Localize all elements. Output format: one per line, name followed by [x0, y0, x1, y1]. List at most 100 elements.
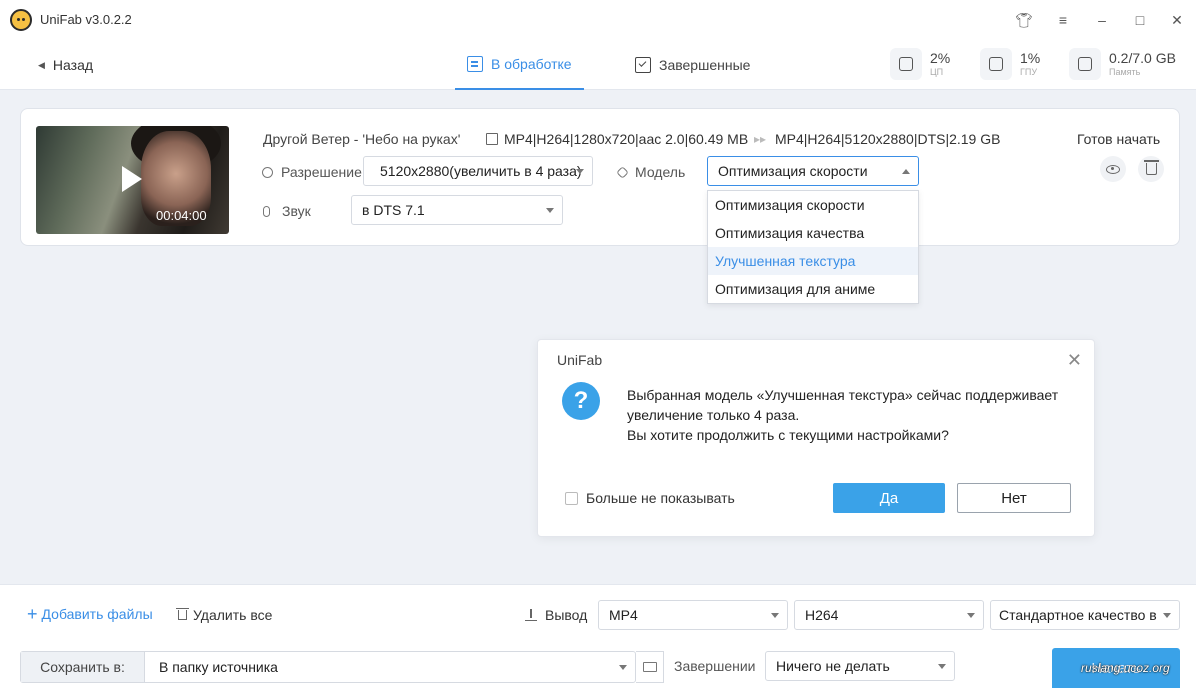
memory-icon — [1069, 48, 1101, 80]
target-info: MP4|H264|5120x2880|DTS|2.19 GB — [775, 131, 1001, 147]
arrow-right-icon: ▸▸ — [754, 132, 767, 146]
chevron-down-icon — [967, 613, 975, 618]
close-icon[interactable]: ✕ — [1165, 8, 1189, 32]
dialog-message-line: Вы хотите продолжить с текущими настройк… — [627, 427, 949, 443]
model-option-anime[interactable]: Оптимизация для аниме — [708, 275, 918, 303]
list-icon — [467, 56, 483, 72]
memory-stat: 0.2/7.0 GB Память — [1069, 48, 1176, 80]
trash-icon — [176, 608, 189, 620]
play-icon[interactable] — [122, 166, 142, 192]
dont-show-again[interactable]: Больше не показывать — [565, 490, 735, 506]
audio-select[interactable]: в DTS 7.1 — [351, 195, 563, 225]
codec-select[interactable]: H264 — [794, 600, 984, 630]
add-files-label: Добавить файлы — [41, 606, 153, 622]
finish-value: Ничего не делать — [776, 658, 890, 674]
plus-icon: + — [27, 604, 38, 624]
model-select[interactable]: Оптимизация скорости — [707, 156, 919, 186]
tab-completed-label: Завершенные — [659, 57, 751, 73]
play-circle-icon — [262, 166, 273, 178]
task-card: 00:04:00 Другой Ветер - 'Небо на руках' … — [20, 108, 1180, 246]
model-option-texture[interactable]: Улучшенная текстура — [708, 247, 918, 275]
cpu-stat: 2% ЦП — [890, 48, 950, 80]
dont-show-label: Больше не показывать — [586, 490, 735, 506]
dialog-message-line: увеличение только 4 раза. — [627, 407, 800, 423]
save-label: Сохранить в: — [21, 652, 145, 682]
no-button[interactable]: Нет — [957, 483, 1071, 513]
microphone-icon — [263, 205, 270, 217]
chevron-down-icon — [546, 208, 554, 213]
model-label-text: Модель — [635, 164, 686, 180]
back-label: Назад — [52, 57, 94, 73]
upload-icon — [525, 609, 537, 621]
chevron-down-icon — [938, 664, 946, 669]
finish-action-select[interactable]: Ничего не делать — [765, 651, 955, 681]
minimize-icon[interactable]: – — [1090, 8, 1114, 32]
yes-button[interactable]: Да — [833, 483, 945, 513]
browse-folder-button[interactable] — [636, 651, 664, 683]
menu-icon[interactable]: ≡ — [1051, 8, 1075, 32]
format-value: MP4 — [609, 607, 638, 623]
codec-value: H264 — [805, 607, 839, 623]
gpu-stat: 1% ГПУ — [980, 48, 1040, 80]
save-value: В папку источника — [159, 659, 278, 675]
audio-label-text: Звук — [282, 203, 311, 219]
app-title: UniFab v3.0.2.2 — [40, 12, 132, 27]
output-label-text: Вывод — [545, 607, 588, 623]
audio-label: Звук — [263, 203, 311, 219]
model-dropdown: Оптимизация скорости Оптимизация качеств… — [707, 190, 919, 304]
memory-label: Память — [1109, 67, 1141, 77]
memory-value: 0.2/7.0 GB — [1109, 50, 1176, 66]
quality-value: Стандартное качество в — [999, 607, 1157, 623]
chevron-left-icon: ◀ — [38, 59, 45, 70]
resolution-select[interactable]: 5120x2880(увеличить в 4 раза) — [363, 156, 593, 186]
model-option-speed[interactable]: Оптимизация скорости — [708, 191, 918, 219]
source-info-text: MP4|H264|1280x720|aac 2.0|60.49 MB — [504, 131, 749, 147]
file-title: Другой Ветер - 'Небо на руках' — [263, 131, 461, 147]
back-button[interactable]: ◀ Назад — [38, 57, 93, 73]
source-info[interactable]: MP4|H264|1280x720|aac 2.0|60.49 MB — [486, 131, 748, 147]
maximize-icon[interactable]: □ — [1128, 8, 1152, 32]
cpu-label: ЦП — [930, 67, 944, 77]
save-location-select[interactable]: Сохранить в: В папку источника — [20, 651, 636, 683]
finish-label: Завершении — [674, 658, 756, 674]
add-files-button[interactable]: + Добавить файлы — [27, 604, 153, 624]
tab-processing-label: В обработке — [491, 56, 572, 72]
cpu-value: 2% — [930, 50, 951, 66]
chevron-down-icon — [1163, 613, 1171, 618]
tab-processing[interactable]: В обработке — [455, 40, 584, 90]
shirt-icon[interactable]: 👕︎ — [1012, 8, 1036, 32]
chevron-up-icon — [902, 169, 910, 174]
resolution-label-text: Разрешение — [281, 164, 362, 180]
dont-show-checkbox[interactable] — [565, 491, 578, 505]
eye-icon — [1106, 164, 1120, 174]
format-select[interactable]: MP4 — [598, 600, 788, 630]
remove-all-button[interactable]: Удалить все — [176, 607, 272, 623]
checkbox-icon — [635, 57, 651, 73]
footer-bar: + Добавить файлы Удалить все Вывод MP4 H… — [0, 584, 1196, 688]
question-icon: ? — [562, 382, 600, 420]
quality-select[interactable]: Стандартное качество в — [990, 600, 1180, 630]
preview-button[interactable] — [1100, 156, 1126, 182]
gpu-label: ГПУ — [1020, 67, 1038, 77]
video-thumbnail[interactable]: 00:04:00 — [36, 126, 229, 234]
unifab-logo-icon — [10, 9, 32, 31]
dialog-message: Выбранная модель «Улучшенная текстура» с… — [627, 385, 1058, 445]
dialog-message-line: Выбранная модель «Улучшенная текстура» с… — [627, 387, 1059, 403]
close-icon[interactable]: ✕ — [1067, 350, 1082, 371]
trash-icon — [1143, 160, 1159, 175]
model-value: Оптимизация скорости — [718, 163, 868, 179]
resolution-value: 5120x2880(увеличить в 4 раза) — [380, 163, 582, 179]
delete-button[interactable] — [1138, 156, 1164, 182]
watermark-text: ruslang.ucoz.org — [1081, 661, 1170, 675]
tab-completed[interactable]: Завершенные — [623, 40, 762, 90]
title-bar: UniFab v3.0.2.2 👕︎ ≡ – □ ✕ — [0, 0, 1196, 40]
chevron-down-icon — [771, 613, 779, 618]
dialog-title: UniFab — [557, 352, 603, 368]
model-option-quality[interactable]: Оптимизация качества — [708, 219, 918, 247]
gpu-icon — [980, 48, 1012, 80]
gpu-value: 1% — [1020, 50, 1041, 66]
chevron-down-icon — [619, 665, 627, 670]
video-duration: 00:04:00 — [156, 208, 207, 223]
chevron-down-icon — [576, 169, 584, 174]
model-label: Модель — [616, 164, 686, 180]
